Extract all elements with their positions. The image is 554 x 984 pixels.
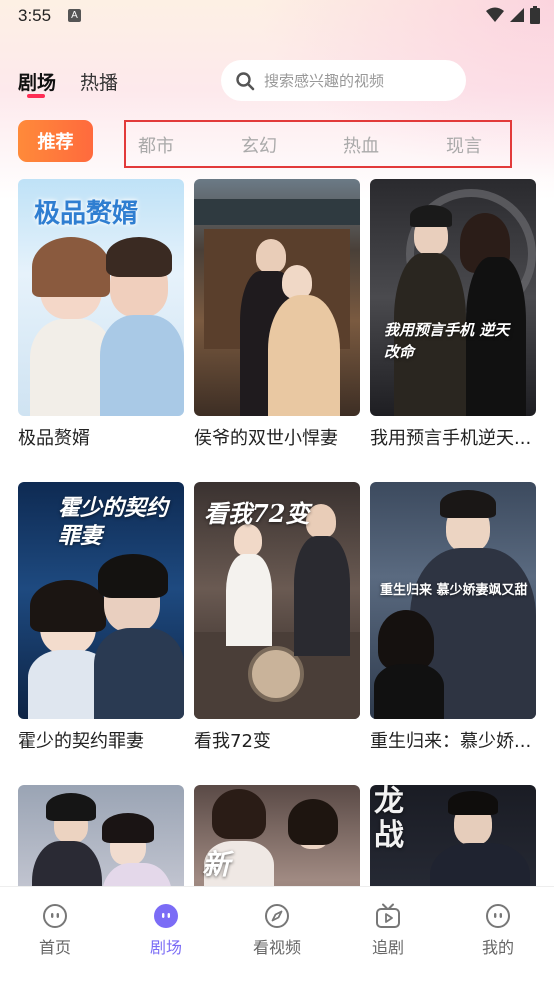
drama-poster — [194, 179, 360, 416]
drama-poster: 极品赘婿 — [18, 179, 184, 416]
drama-title: 极品赘婿 — [18, 428, 90, 449]
bottom-nav: 首页 剧场 看视频 追剧 我的 — [0, 886, 554, 984]
tab-theater-label: 剧场 — [18, 72, 57, 94]
nav-item-follow[interactable]: 追剧 — [348, 903, 428, 958]
active-tab-indicator — [27, 94, 45, 98]
tab-hot[interactable]: 热播 — [80, 68, 118, 95]
status-icons — [486, 6, 540, 24]
nav-item-theater[interactable]: 剧场 — [126, 903, 206, 958]
nav-label-mine: 我的 — [481, 938, 514, 957]
drama-poster: 重生归来 慕少娇妻飒又甜 — [370, 482, 536, 719]
drama-poster: 看我72变 — [194, 482, 360, 719]
nav-label-home: 首页 — [38, 938, 71, 957]
status-time: 3:55 — [18, 6, 52, 25]
tab-hot-label: 热播 — [80, 72, 119, 94]
category-item-urban[interactable]: 都市 — [138, 132, 174, 158]
search-input[interactable]: 搜索感兴趣的视频 — [221, 60, 466, 101]
status-bar: 3:55 A — [0, 0, 554, 32]
face-icon — [154, 904, 178, 928]
drama-title: 侯爷的双世小悍妻 — [194, 428, 338, 449]
category-list: 都市 玄幻 热血 现言 — [124, 120, 512, 168]
poster-title: 霍少的契约罪妻 — [58, 495, 169, 549]
search-icon — [236, 71, 255, 90]
drama-card[interactable]: 侯爷的双世小悍妻 — [194, 179, 360, 450]
category-recommend-button[interactable]: 推荐 — [18, 120, 93, 162]
notification-a-icon: A — [68, 9, 81, 22]
battery-icon — [530, 6, 540, 24]
drama-title: 看我72变 — [194, 731, 271, 752]
tv-play-icon — [376, 903, 400, 928]
face-icon — [43, 904, 67, 928]
poster-title: 重生归来 慕少娇妻飒又甜 — [380, 583, 528, 598]
nav-item-home[interactable]: 首页 — [15, 903, 95, 958]
drama-poster: 我用预言手机 逆天改命 — [370, 179, 536, 416]
category-item-action[interactable]: 热血 — [343, 132, 379, 158]
poster-title: 我用预言手机 逆天改命 — [384, 321, 510, 361]
poster-title: 新 — [202, 848, 231, 881]
nav-label-theater: 剧场 — [149, 938, 182, 957]
compass-icon — [265, 904, 289, 928]
category-item-romance[interactable]: 现言 — [446, 132, 482, 158]
drama-card[interactable]: 看我72变 看我72变 — [194, 482, 360, 753]
drama-title: 我用预言手机逆天... — [370, 428, 532, 449]
nav-label-follow: 追剧 — [371, 938, 404, 957]
wifi-icon — [486, 7, 504, 22]
tab-theater[interactable]: 剧场 — [18, 68, 57, 98]
drama-title: 霍少的契约罪妻 — [18, 731, 144, 752]
drama-poster: 霍少的契约罪妻 — [18, 482, 184, 719]
drama-card[interactable]: 极品赘婿 极品赘婿 — [18, 179, 184, 450]
drama-title: 重生归来：慕少娇... — [370, 731, 532, 752]
poster-title: 看我72变 — [204, 499, 310, 528]
poster-title: 龙战 — [374, 785, 404, 853]
face-icon — [486, 904, 510, 928]
search-placeholder: 搜索感兴趣的视频 — [264, 72, 385, 90]
category-item-fantasy[interactable]: 玄幻 — [241, 132, 277, 158]
drama-card[interactable]: 霍少的契约罪妻 霍少的契约罪妻 — [18, 482, 184, 753]
nav-item-mine[interactable]: 我的 — [458, 903, 538, 958]
poster-title: 极品赘婿 — [34, 199, 139, 229]
drama-card[interactable]: 我用预言手机 逆天改命 我用预言手机逆天... — [370, 179, 536, 450]
nav-item-watch-video[interactable]: 看视频 — [237, 903, 317, 958]
nav-label-watch-video: 看视频 — [252, 938, 301, 957]
drama-card[interactable]: 重生归来 慕少娇妻飒又甜 重生归来：慕少娇... — [370, 482, 536, 753]
signal-icon — [510, 8, 524, 22]
